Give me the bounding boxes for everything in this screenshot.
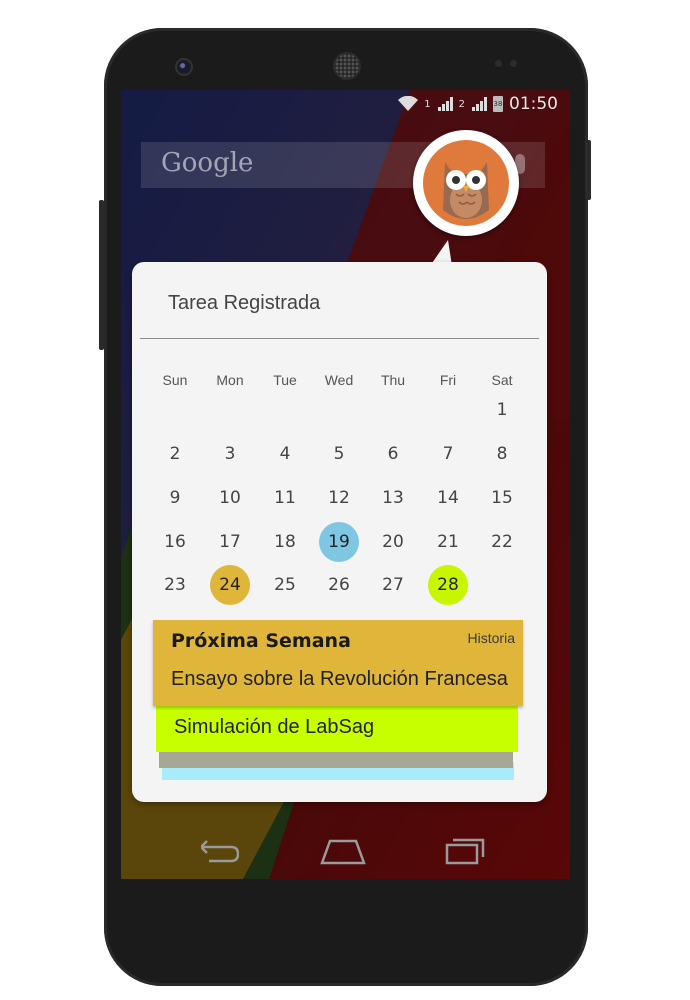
- proximity-sensor: [495, 60, 502, 67]
- front-camera: [175, 58, 193, 76]
- calendar-day[interactable]: 18: [265, 522, 305, 562]
- sim1-label: 1: [424, 98, 431, 110]
- calendar-day[interactable]: 2: [155, 434, 195, 474]
- signal-icon: [437, 97, 453, 111]
- recents-icon[interactable]: [445, 835, 487, 865]
- weekday-label: Thu: [380, 372, 406, 388]
- calendar-day[interactable]: 26: [319, 565, 359, 605]
- calendar-day[interactable]: 13: [373, 478, 413, 518]
- calendar-day[interactable]: 22: [482, 522, 522, 562]
- calendar-day[interactable]: 19: [319, 522, 359, 562]
- task-card-stacked[interactable]: [159, 750, 513, 768]
- weekday-label: Sat: [491, 372, 513, 388]
- calendar-day[interactable]: 7: [428, 434, 468, 474]
- calendar-day[interactable]: 16: [155, 522, 195, 562]
- task-card-text: Simulación de LabSag: [174, 716, 375, 738]
- navigation-bar: [121, 819, 570, 879]
- calendar-day[interactable]: 12: [319, 478, 359, 518]
- calendar-day[interactable]: 3: [210, 434, 250, 474]
- calendar-day[interactable]: 6: [373, 434, 413, 474]
- calendar-day[interactable]: 28: [428, 565, 468, 605]
- calendar-day[interactable]: 4: [265, 434, 305, 474]
- google-logo: Google: [161, 148, 254, 178]
- calendar-day[interactable]: 8: [482, 434, 522, 474]
- calendar-day[interactable]: 17: [210, 522, 250, 562]
- weekday-label: Tue: [273, 372, 297, 388]
- weekday-label: Fri: [439, 372, 457, 388]
- home-icon[interactable]: [320, 835, 366, 865]
- calendar-day[interactable]: 1: [482, 390, 522, 430]
- owl-avatar-button[interactable]: [413, 130, 519, 236]
- calendar-day[interactable]: 5: [319, 434, 359, 474]
- calendar-day[interactable]: 15: [482, 478, 522, 518]
- calendar-day[interactable]: 11: [265, 478, 305, 518]
- weekday-label: Sun: [162, 372, 188, 388]
- back-icon[interactable]: [201, 837, 239, 863]
- owl-avatar-icon: [423, 140, 509, 226]
- power-button[interactable]: [586, 140, 591, 200]
- status-time: 01:50: [509, 94, 558, 114]
- light-sensor: [510, 60, 517, 67]
- task-popup: Tarea Registrada Simulación de LabSag Pr…: [132, 262, 547, 802]
- signal-icon: [472, 97, 487, 111]
- status-bar: 1 2 38 01:50: [121, 90, 570, 118]
- sim2-label: 2: [458, 98, 465, 110]
- task-card-week: Próxima Semana: [171, 630, 351, 652]
- task-card-text: Ensayo sobre la Revolución Francesa: [171, 668, 508, 690]
- calendar-day[interactable]: 27: [373, 565, 413, 605]
- title-divider: [140, 338, 539, 339]
- task-card-secondary[interactable]: Simulación de LabSag: [156, 704, 518, 752]
- calendar-day[interactable]: 10: [210, 478, 250, 518]
- calendar-day[interactable]: 23: [155, 565, 195, 605]
- calendar-day[interactable]: 21: [428, 522, 468, 562]
- calendar-day[interactable]: 14: [428, 478, 468, 518]
- earpiece-speaker: [333, 52, 361, 80]
- weekday-label: Wed: [324, 372, 354, 388]
- calendar-day[interactable]: 24: [210, 565, 250, 605]
- task-card-primary[interactable]: Próxima Semana Historia Ensayo sobre la …: [153, 620, 523, 706]
- calendar-day[interactable]: 9: [155, 478, 195, 518]
- calendar-day[interactable]: 25: [265, 565, 305, 605]
- popup-title: Tarea Registrada: [168, 292, 321, 314]
- task-card-subject: Historia: [467, 630, 515, 646]
- weekday-label: Mon: [216, 372, 244, 388]
- battery-icon: 38: [493, 96, 503, 112]
- volume-button[interactable]: [99, 200, 104, 350]
- wifi-icon: [398, 96, 419, 111]
- calendar-day[interactable]: 20: [373, 522, 413, 562]
